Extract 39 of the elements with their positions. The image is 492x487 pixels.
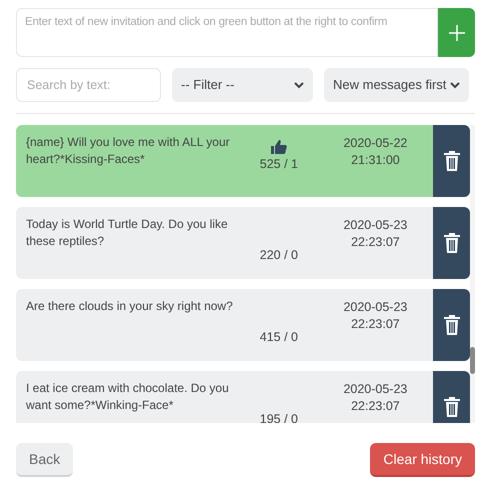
delete-button[interactable]	[433, 125, 470, 197]
scrollbar[interactable]	[470, 125, 475, 423]
vote-count: 415 / 0	[260, 329, 298, 346]
trash-icon	[444, 315, 460, 335]
vote-count: 525 / 1	[260, 156, 298, 173]
chevron-icon	[294, 82, 304, 88]
message-time: 21:31:00	[351, 152, 400, 169]
vote-count: 195 / 0	[260, 411, 298, 423]
trash-icon	[444, 397, 460, 417]
trash-icon	[444, 151, 460, 171]
delete-button[interactable]	[433, 207, 470, 279]
message-card[interactable]: I eat ice cream with chocolate. Do you want some?*Winking-Face* 195 / 0 2020-05-23 22:23:07	[16, 371, 470, 423]
message-text: {name} Will you love me with ALL your heart?*Kissing-Faces*	[26, 135, 230, 166]
message-text: Are there clouds in your sky right now?	[26, 299, 233, 313]
message-date: 2020-05-23	[343, 217, 408, 234]
clear-history-button[interactable]: Clear history	[370, 443, 475, 477]
message-date: 2020-05-23	[343, 381, 408, 398]
message-card[interactable]: {name} Will you love me with ALL your heart?*Kissing-Faces* 525 / 1 2020-05-22 21:31:00	[16, 125, 470, 197]
message-date: 2020-05-22	[343, 135, 408, 152]
message-date: 2020-05-23	[343, 299, 408, 316]
trash-icon	[444, 233, 460, 253]
invitation-field[interactable]: Enter text of new invitation and click on green button at the right to confirm	[16, 8, 438, 57]
back-button[interactable]: Back	[16, 443, 74, 477]
message-time: 22:23:07	[351, 398, 400, 415]
message-card[interactable]: Today is World Turtle Day. Do you like these reptiles? 220 / 0 2020-05-23 22:23:07	[16, 207, 470, 279]
message-time: 22:23:07	[351, 234, 400, 251]
search-field[interactable]: Search by text:	[16, 68, 161, 102]
message-card[interactable]: Are there clouds in your sky right now? 415 / 0 2020-05-23 22:23:07	[16, 289, 470, 361]
sort-select[interactable]: New messages first	[324, 68, 469, 102]
message-time: 22:23:07	[351, 316, 400, 333]
filter-select[interactable]: -- Filter --	[172, 68, 313, 102]
chevron-icon	[450, 82, 460, 88]
message-text: Today is World Turtle Day. Do you like these reptiles?	[26, 217, 228, 248]
plus-icon	[448, 24, 464, 40]
delete-button[interactable]	[433, 371, 470, 423]
add-button[interactable]	[438, 8, 475, 57]
vote-count: 220 / 0	[260, 247, 298, 264]
message-text: I eat ice cream with chocolate. Do you want some?*Winking-Face*	[26, 381, 229, 412]
delete-button[interactable]	[433, 289, 470, 361]
